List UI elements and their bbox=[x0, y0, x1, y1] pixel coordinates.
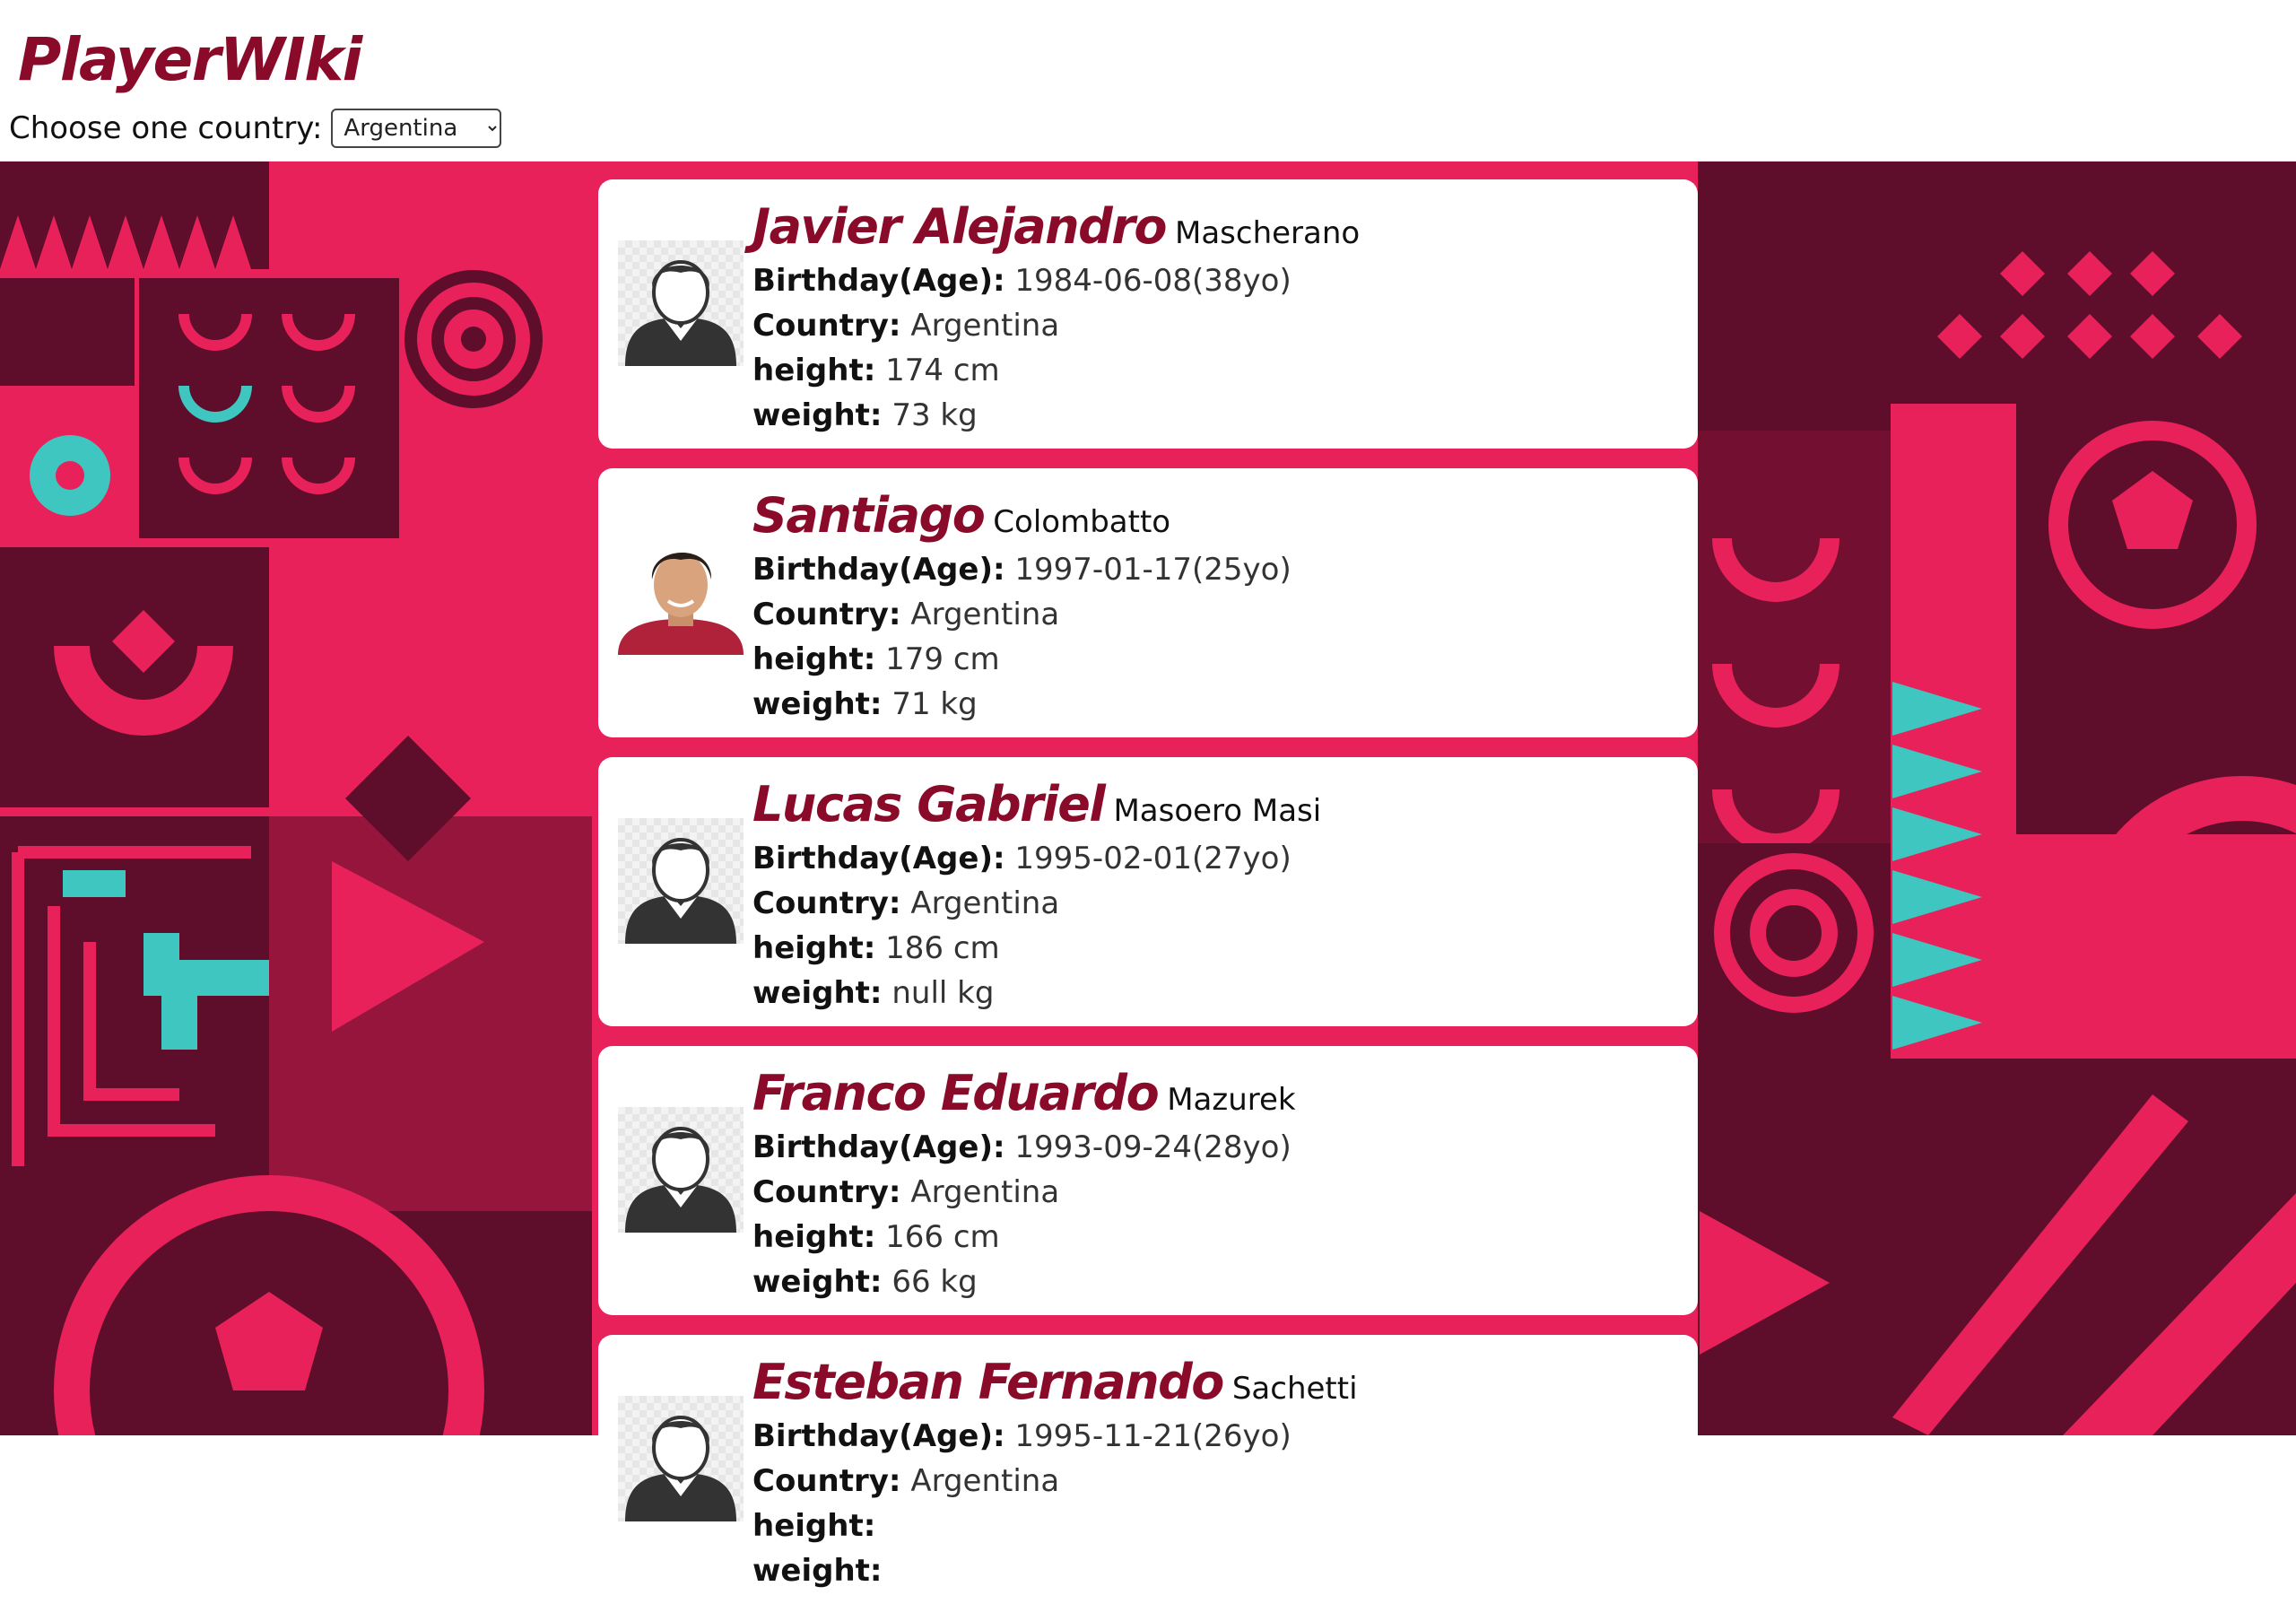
player-country-row: Country: Argentina bbox=[752, 1459, 1680, 1504]
height-label: height: bbox=[752, 641, 876, 677]
birthday-label: Birthday(Age): bbox=[752, 1129, 1005, 1165]
player-weight-row: weight: 66 kg bbox=[752, 1260, 1680, 1304]
country-label: Country: bbox=[752, 1463, 901, 1499]
player-first-name: Franco Eduardo bbox=[752, 1065, 1160, 1121]
player-info: Lucas Gabriel Masoero Masi Birthday(Age):… bbox=[752, 773, 1680, 1016]
birthday-label: Birthday(Age): bbox=[752, 552, 1005, 588]
birthday-value: 1995-02-01(27yo) bbox=[1014, 841, 1292, 876]
player-height-row: height: 166 cm bbox=[752, 1215, 1680, 1260]
player-photo bbox=[618, 818, 744, 944]
player-last-name: Mazurek bbox=[1167, 1082, 1296, 1118]
height-value: 186 cm bbox=[885, 930, 1000, 966]
player-height-row: height: 179 cm bbox=[752, 637, 1680, 682]
weight-value: 66 kg bbox=[891, 1264, 978, 1300]
country-label: Country: bbox=[752, 885, 901, 921]
page-header: PlayerWIki Choose one country: Argentina bbox=[0, 0, 2296, 161]
height-label: height: bbox=[752, 1508, 876, 1544]
player-weight-row: weight: 73 kg bbox=[752, 393, 1680, 438]
player-weight-row: weight: 71 kg bbox=[752, 682, 1680, 727]
birthday-label: Birthday(Age): bbox=[752, 263, 1005, 299]
player-name: Franco Eduardo Mazurek bbox=[752, 1062, 1680, 1125]
player-first-name: Esteban Fernando bbox=[752, 1354, 1224, 1410]
player-photo bbox=[618, 1396, 744, 1521]
height-label: height: bbox=[752, 353, 876, 388]
player-info: Franco Eduardo Mazurek Birthday(Age): 199… bbox=[752, 1062, 1680, 1304]
player-info: Esteban Fernando Sachetti Birthday(Age): … bbox=[752, 1351, 1680, 1593]
weight-value: 73 kg bbox=[891, 397, 978, 433]
default-avatar-icon bbox=[625, 1416, 736, 1521]
player-name: Lucas Gabriel Masoero Masi bbox=[752, 773, 1680, 836]
weight-label: weight: bbox=[752, 1553, 883, 1589]
country-value: Argentina bbox=[910, 885, 1060, 921]
country-label: Country: bbox=[752, 308, 901, 344]
birthday-value: 1995-11-21(26yo) bbox=[1014, 1418, 1292, 1454]
country-select[interactable]: Argentina bbox=[331, 109, 502, 148]
player-height-row: height: 174 cm bbox=[752, 348, 1680, 393]
weight-label: weight: bbox=[752, 686, 883, 722]
player-birthday-row: Birthday(Age): 1993-09-24(28yo) bbox=[752, 1125, 1680, 1170]
weight-label: weight: bbox=[752, 975, 883, 1011]
country-value: Argentina bbox=[910, 308, 1060, 344]
default-avatar-icon bbox=[625, 1127, 736, 1233]
weight-label: weight: bbox=[752, 397, 883, 433]
default-avatar-icon bbox=[625, 260, 736, 366]
weight-label: weight: bbox=[752, 1264, 883, 1300]
player-photo bbox=[618, 240, 744, 366]
country-value: Argentina bbox=[910, 597, 1060, 632]
player-card[interactable]: Esteban Fernando Sachetti Birthday(Age): … bbox=[598, 1335, 1698, 1604]
player-first-name: Santiago bbox=[752, 487, 986, 544]
player-height-row: height: bbox=[752, 1504, 1680, 1548]
player-info: Javier Alejandro Mascherano Birthday(Age)… bbox=[752, 196, 1680, 438]
default-avatar-icon bbox=[625, 838, 736, 944]
birthday-value: 1997-01-17(25yo) bbox=[1014, 552, 1292, 588]
player-card[interactable]: Javier Alejandro Mascherano Birthday(Age)… bbox=[598, 179, 1698, 449]
height-label: height: bbox=[752, 930, 876, 966]
player-birthday-row: Birthday(Age): 1984-06-08(38yo) bbox=[752, 258, 1680, 303]
player-name: Javier Alejandro Mascherano bbox=[752, 196, 1680, 258]
player-name: Esteban Fernando Sachetti bbox=[752, 1351, 1680, 1414]
height-label: height: bbox=[752, 1219, 876, 1255]
height-value: 166 cm bbox=[885, 1219, 1000, 1255]
player-card[interactable]: Lucas Gabriel Masoero Masi Birthday(Age):… bbox=[598, 757, 1698, 1026]
player-photo bbox=[618, 529, 744, 655]
player-last-name: Masoero Masi bbox=[1113, 793, 1322, 829]
country-filter: Choose one country: Argentina bbox=[9, 106, 502, 151]
player-card[interactable]: Franco Eduardo Mazurek Birthday(Age): 199… bbox=[598, 1046, 1698, 1315]
player-weight-row: weight: null kg bbox=[752, 971, 1680, 1016]
player-last-name: Mascherano bbox=[1175, 215, 1361, 251]
player-name: Santiago Colombatto bbox=[752, 484, 1680, 547]
weight-value: null kg bbox=[891, 975, 995, 1011]
height-value: 174 cm bbox=[885, 353, 1000, 388]
player-last-name: Sachetti bbox=[1231, 1371, 1358, 1407]
player-info: Santiago Colombatto Birthday(Age): 1997-0… bbox=[752, 484, 1680, 727]
weight-value: 71 kg bbox=[891, 686, 978, 722]
birthday-label: Birthday(Age): bbox=[752, 841, 1005, 876]
height-value: 179 cm bbox=[885, 641, 1000, 677]
birthday-label: Birthday(Age): bbox=[752, 1418, 1005, 1454]
player-first-name: Lucas Gabriel bbox=[752, 776, 1106, 833]
player-birthday-row: Birthday(Age): 1995-11-21(26yo) bbox=[752, 1414, 1680, 1459]
app-logo: PlayerWIki bbox=[18, 25, 362, 94]
player-birthday-row: Birthday(Age): 1997-01-17(25yo) bbox=[752, 547, 1680, 592]
player-country-row: Country: Argentina bbox=[752, 303, 1680, 348]
player-height-row: height: 186 cm bbox=[752, 926, 1680, 971]
player-last-name: Colombatto bbox=[993, 504, 1171, 540]
player-first-name: Javier Alejandro bbox=[752, 198, 1168, 255]
country-filter-label: Choose one country: bbox=[9, 110, 323, 146]
player-birthday-row: Birthday(Age): 1995-02-01(27yo) bbox=[752, 836, 1680, 881]
country-value: Argentina bbox=[910, 1174, 1060, 1210]
birthday-value: 1993-09-24(28yo) bbox=[1014, 1129, 1292, 1165]
player-country-row: Country: Argentina bbox=[752, 1170, 1680, 1215]
player-card[interactable]: Santiago Colombatto Birthday(Age): 1997-0… bbox=[598, 468, 1698, 737]
country-value: Argentina bbox=[910, 1463, 1060, 1499]
player-weight-row: weight: bbox=[752, 1548, 1680, 1593]
player-country-row: Country: Argentina bbox=[752, 592, 1680, 637]
country-label: Country: bbox=[752, 597, 901, 632]
birthday-value: 1984-06-08(38yo) bbox=[1014, 263, 1292, 299]
player-photo bbox=[618, 1107, 744, 1233]
player-country-row: Country: Argentina bbox=[752, 881, 1680, 926]
player-photo-image bbox=[618, 529, 744, 655]
country-label: Country: bbox=[752, 1174, 901, 1210]
